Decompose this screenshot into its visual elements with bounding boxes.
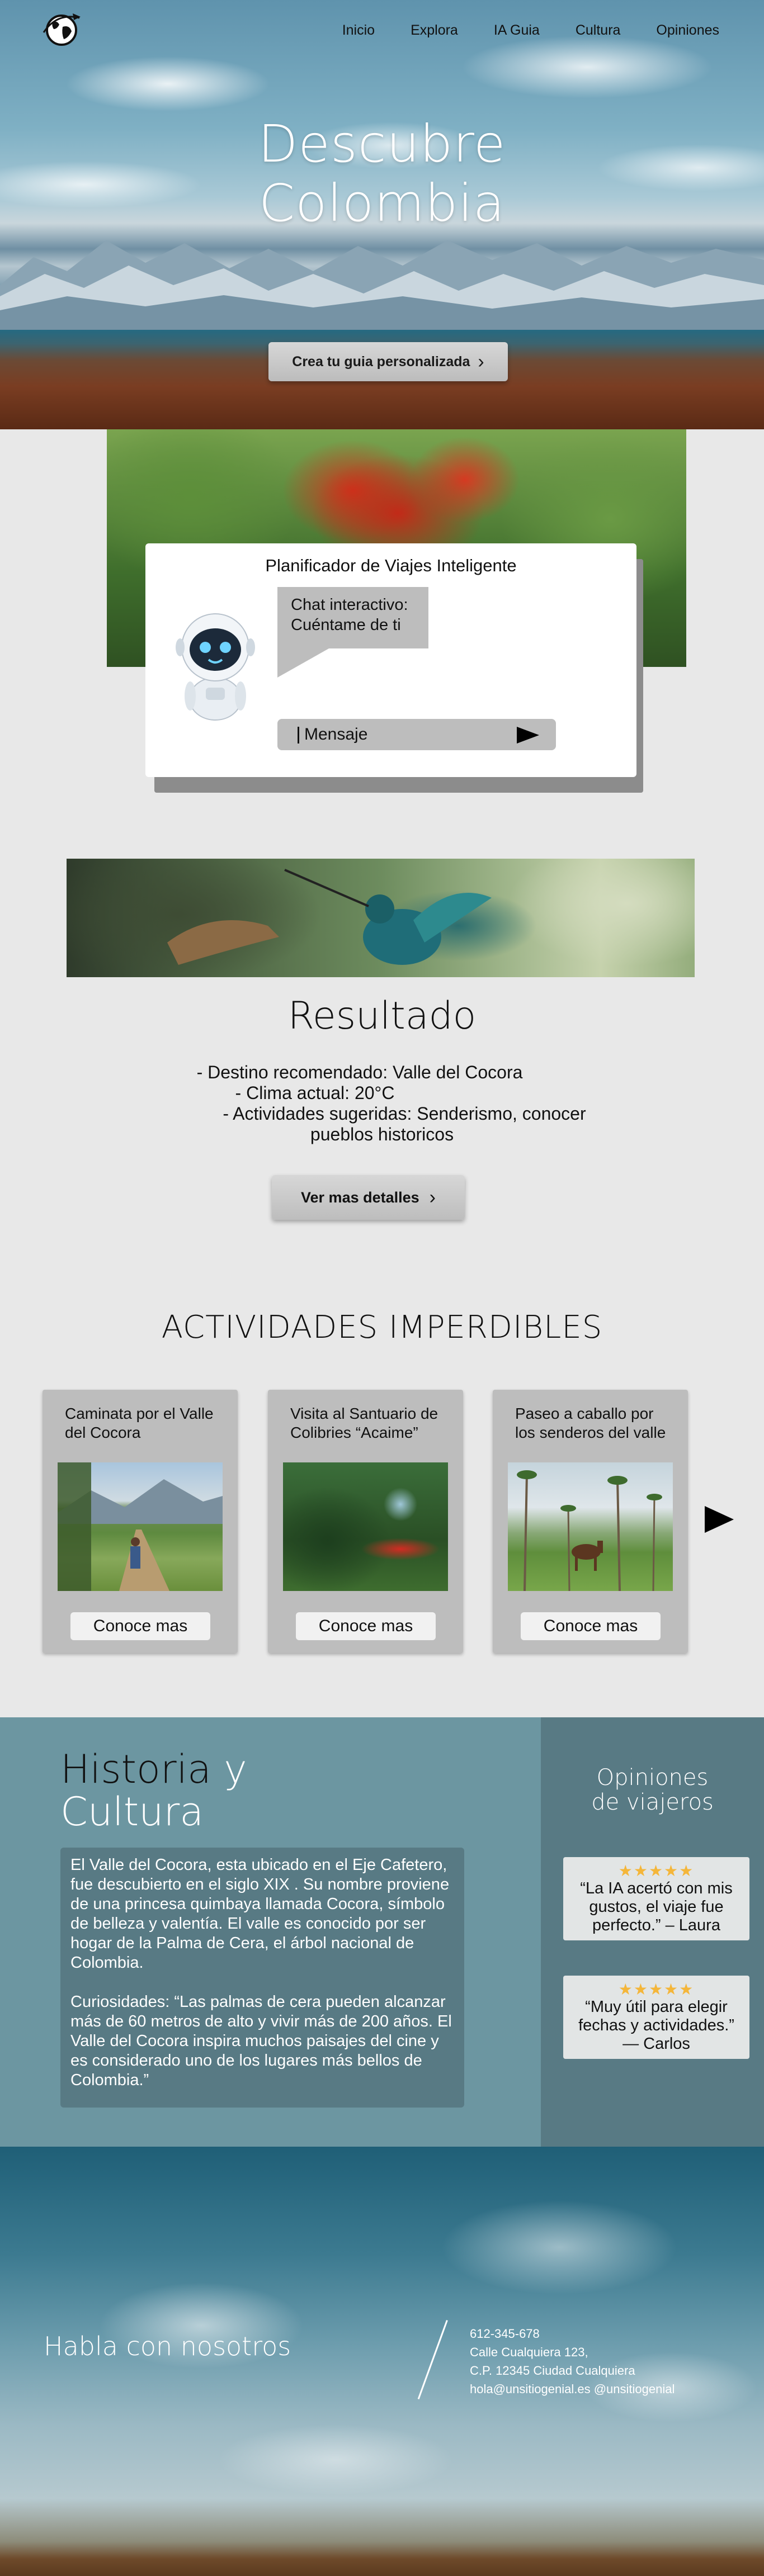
- chevron-right-icon: ›: [429, 1187, 436, 1208]
- mountains-graphic: [0, 240, 764, 330]
- hero-title: Descubre Colombia: [0, 115, 764, 233]
- history-title: Historia y Cultura: [60, 1748, 247, 1833]
- result-list: - Destino recomendado: Valle del Cocora …: [0, 1062, 764, 1145]
- see-details-button[interactable]: Ver mas detalles ›: [272, 1175, 465, 1220]
- chat-bubble: Chat interactivo: Cuéntame de ti: [277, 587, 428, 648]
- contact-heading: Habla con nosotros: [44, 2331, 291, 2361]
- message-placeholder: Mensaje: [304, 725, 368, 744]
- message-input[interactable]: Mensaje: [277, 719, 556, 750]
- create-guide-label: Crea tu guia personalizada: [292, 353, 470, 370]
- opinions-section: Opiniones de viajeros ★★★★★ “La IA acert…: [541, 1717, 764, 2147]
- history-title-word2: y: [224, 1746, 247, 1792]
- activity-card-hike[interactable]: Caminata por el Valle del Cocora Conoce …: [43, 1390, 238, 1653]
- chat-bubble-line2: Cuéntame de ti: [291, 616, 401, 634]
- text-caret: [298, 727, 299, 744]
- hike-photo-graphic: [58, 1462, 223, 1591]
- nav-links: Inicio Explora IA Guia Cultura Opiniones: [342, 22, 719, 39]
- learn-more-button[interactable]: Conoce mas: [521, 1612, 661, 1640]
- nav-link-opiniones[interactable]: Opiniones: [656, 22, 719, 39]
- divider-slash: [417, 2320, 448, 2399]
- hero-title-line2: Colombia: [258, 173, 506, 233]
- nav-link-cultura[interactable]: Cultura: [576, 22, 621, 39]
- result-activities-cont: pueblos historicos: [310, 1124, 454, 1144]
- review-card-laura: ★★★★★ “La IA acertó con mis gustos, el v…: [563, 1857, 749, 1940]
- contact-address-line1: Calle Cualquiera 123,: [470, 2345, 588, 2359]
- activity-card-title: Paseo a caballo por los senderos del val…: [515, 1405, 666, 1441]
- hummingbird-feeder-photo: [283, 1462, 448, 1591]
- result-weather: - Clima actual: 20°C: [235, 1083, 395, 1103]
- hero-title-line1: Descubre: [258, 114, 506, 174]
- activity-card-horse[interactable]: Paseo a caballo por los senderos del val…: [493, 1390, 688, 1653]
- opinions-title-line1: Opiniones: [596, 1765, 709, 1791]
- contact-info: 612-345-678 Calle Cualquiera 123, C.P. 1…: [470, 2324, 675, 2398]
- chat-bubble-line1: Chat interactivo:: [291, 596, 408, 614]
- create-guide-button[interactable]: Crea tu guia personalizada ›: [268, 342, 508, 381]
- hero-section: Inicio Explora IA Guia Cultura Opiniones…: [0, 0, 764, 429]
- activity-card-title: Visita al Santuario de Colibries “Acaime…: [290, 1405, 438, 1441]
- contact-phone[interactable]: 612-345-678: [470, 2324, 675, 2343]
- activity-card-sanctuary[interactable]: Visita al Santuario de Colibries “Acaime…: [268, 1390, 463, 1653]
- contact-email-social[interactable]: hola@unsitiogenial.es @unsitiogenial: [470, 2380, 675, 2398]
- review-card-carlos: ★★★★★ “Muy útil para elegir fechas y act…: [563, 1976, 749, 2059]
- chat-bubble-tail: [277, 648, 329, 678]
- see-details-label: Ver mas detalles: [301, 1188, 419, 1206]
- activity-card-title: Caminata por el Valle del Cocora: [65, 1405, 214, 1441]
- footer-section: Habla con nosotros 612-345-678 Calle Cua…: [0, 2147, 764, 2576]
- five-stars-icon: ★★★★★: [618, 1981, 695, 1998]
- nav-link-ia-guia[interactable]: IA Guia: [494, 22, 540, 39]
- nav-link-inicio[interactable]: Inicio: [342, 22, 375, 39]
- contact-address-line2: C.P. 12345 Ciudad Cualquiera: [470, 2364, 635, 2378]
- robot-assistant-icon: [176, 613, 255, 721]
- chevron-right-icon: ›: [478, 351, 484, 372]
- planner-title: Planificador de Viajes Inteligente: [265, 556, 517, 575]
- history-curiosities: Curiosidades: “Las palmas de cera pueden…: [70, 1993, 452, 2089]
- globe-plane-logo-icon[interactable]: [40, 10, 83, 48]
- opinions-title: Opiniones de viajeros: [541, 1765, 764, 1815]
- horse-palms-graphic: [517, 1470, 662, 1591]
- history-section: Historia y Cultura El Valle del Cocora, …: [0, 1717, 541, 2147]
- result-title: Resultado: [287, 994, 477, 1038]
- history-text-box: El Valle del Cocora, esta ubicado en el …: [60, 1848, 464, 2108]
- travel-planner-card: Planificador de Viajes Inteligente Chat …: [145, 543, 636, 777]
- nav-link-explora[interactable]: Explora: [411, 22, 458, 39]
- history-paragraph: El Valle del Cocora, esta ubicado en el …: [70, 1856, 450, 1972]
- review-text: “Muy útil para elegir fechas y actividad…: [578, 1998, 734, 2053]
- send-icon[interactable]: [517, 727, 539, 744]
- top-nav: Inicio Explora IA Guia Cultura Opiniones: [0, 0, 764, 59]
- result-destination: - Destino recomendado: Valle del Cocora: [196, 1062, 523, 1082]
- five-stars-icon: ★★★★★: [618, 1862, 695, 1879]
- learn-more-button[interactable]: Conoce mas: [70, 1612, 210, 1640]
- activities-title: ACTIVIDADES IMPERDIBLES: [161, 1309, 603, 1346]
- opinions-title-line2: de viajeros: [591, 1789, 714, 1815]
- review-text: “La IA acertó con mis gustos, el viaje f…: [580, 1879, 733, 1934]
- learn-more-button[interactable]: Conoce mas: [296, 1612, 436, 1640]
- horse-palms-photo: [508, 1462, 673, 1591]
- hike-photo: [58, 1462, 223, 1591]
- hummingbird-image: [67, 859, 695, 977]
- hummingbird-graphic: [167, 869, 492, 965]
- next-arrow-icon[interactable]: [705, 1506, 734, 1533]
- history-title-word3: Cultura: [60, 1789, 204, 1835]
- history-title-word1: Historia: [60, 1746, 211, 1792]
- result-activities: - Actividades sugeridas: Senderismo, con…: [223, 1104, 586, 1124]
